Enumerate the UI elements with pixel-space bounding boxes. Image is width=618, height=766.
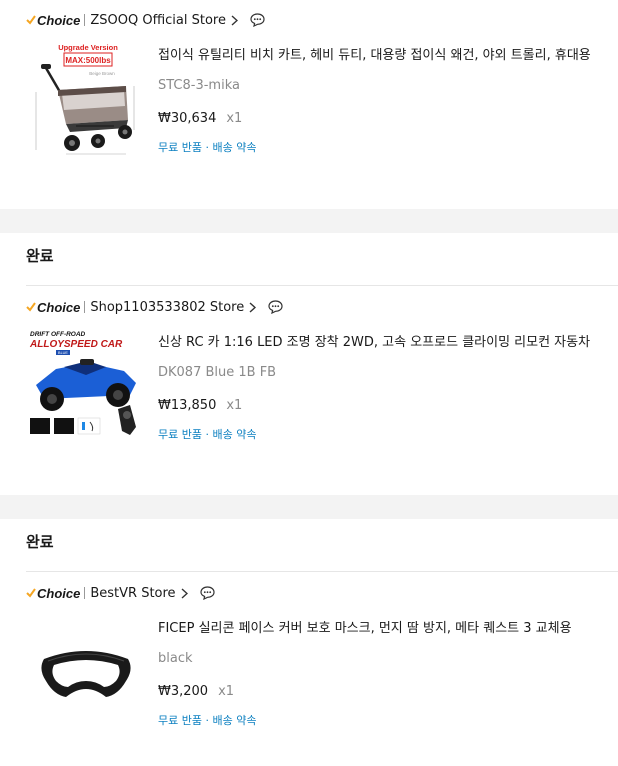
check-icon bbox=[26, 15, 36, 25]
divider-line bbox=[26, 571, 618, 572]
image-badge: MAX:500lbs bbox=[65, 56, 111, 65]
product-title[interactable]: 접이식 유틸리티 비치 카트, 헤비 듀티, 대용량 접이식 왜건, 야외 트롤… bbox=[158, 44, 618, 63]
product-title[interactable]: 신상 RC 카 1:16 LED 조명 장착 2WD, 고속 오프로드 클라이밍… bbox=[158, 331, 618, 350]
image-caption: Beige Brown bbox=[89, 71, 115, 76]
price-value: ₩30,634 bbox=[158, 111, 217, 126]
free-return-badge: 무료 반품 · 배송 약속 bbox=[158, 141, 257, 154]
divider bbox=[84, 301, 86, 313]
price-value: ₩13,850 bbox=[158, 398, 217, 413]
image-color-tag: BLUE bbox=[58, 351, 68, 355]
free-return-badge: 무료 반품 · 배송 약속 bbox=[158, 428, 257, 441]
product-sku: STC8-3-mika bbox=[158, 78, 240, 93]
check-icon bbox=[26, 588, 36, 598]
choice-label: Choice bbox=[37, 299, 81, 315]
chevron-right-icon[interactable] bbox=[249, 301, 257, 313]
store-row: Choice Shop1103533802 Store bbox=[26, 297, 283, 317]
quantity: x1 bbox=[218, 684, 235, 699]
product-price: ₩13,850 x1 bbox=[158, 398, 242, 413]
product-price: ₩30,634 x1 bbox=[158, 111, 242, 126]
product-sku: DK087 Blue 1B FB bbox=[158, 365, 277, 380]
price-value: ₩3,200 bbox=[158, 684, 209, 699]
order-status: 완료 bbox=[26, 533, 54, 551]
section-separator bbox=[0, 495, 618, 519]
divider bbox=[84, 587, 86, 599]
choice-badge: Choice bbox=[26, 13, 80, 28]
order-card-2: 완료 Choice Shop1103533802 Store DRIFT OFF… bbox=[0, 233, 618, 495]
store-row: Choice ZSOOQ Official Store bbox=[26, 10, 265, 30]
image-tag: Upgrade Version bbox=[58, 43, 118, 52]
order-card-3: 완료 Choice BestVR Store FICEP 실리콘 페이스 커버 … bbox=[0, 519, 618, 766]
chevron-right-icon[interactable] bbox=[231, 14, 238, 26]
choice-badge: Choice bbox=[26, 586, 80, 601]
chevron-right-icon[interactable] bbox=[181, 587, 188, 599]
chat-bubble-icon[interactable] bbox=[250, 13, 265, 27]
product-price: ₩3,200 x1 bbox=[158, 684, 234, 699]
check-icon bbox=[26, 302, 36, 312]
product-image-wagon[interactable]: Upgrade Version MAX:500lbs Beige Brown bbox=[26, 40, 144, 158]
order-card-1: Choice ZSOOQ Official Store Upgrade Vers… bbox=[0, 0, 618, 209]
product-title[interactable]: FICEP 실리콘 페이스 커버 보호 마스크, 먼지 땀 방지, 메타 퀘스트… bbox=[158, 617, 618, 636]
store-link[interactable]: BestVR Store bbox=[90, 586, 175, 601]
quantity: x1 bbox=[226, 111, 243, 126]
chat-bubble-icon[interactable] bbox=[199, 586, 215, 600]
store-link[interactable]: ZSOOQ Official Store bbox=[90, 13, 226, 28]
chat-bubble-icon[interactable] bbox=[268, 300, 283, 314]
product-image-face-cover[interactable] bbox=[26, 613, 144, 731]
image-top-text: DRIFT OFF-ROAD bbox=[30, 331, 86, 338]
choice-label: Choice bbox=[37, 12, 81, 28]
divider-line bbox=[26, 285, 618, 286]
image-main-text: ALLOYSPEED CAR bbox=[29, 339, 123, 350]
store-row: Choice BestVR Store bbox=[26, 583, 215, 603]
choice-badge: Choice bbox=[26, 300, 80, 315]
store-link[interactable]: Shop1103533802 Store bbox=[90, 300, 244, 315]
section-separator bbox=[0, 209, 618, 233]
divider bbox=[84, 14, 86, 26]
choice-label: Choice bbox=[37, 585, 81, 601]
product-sku: black bbox=[158, 651, 193, 666]
product-image-rc-car[interactable]: DRIFT OFF-ROAD ALLOYSPEED CAR BLUE bbox=[26, 327, 144, 445]
free-return-badge: 무료 반품 · 배송 약속 bbox=[158, 714, 257, 727]
quantity: x1 bbox=[226, 398, 243, 413]
order-status: 완료 bbox=[26, 247, 54, 265]
